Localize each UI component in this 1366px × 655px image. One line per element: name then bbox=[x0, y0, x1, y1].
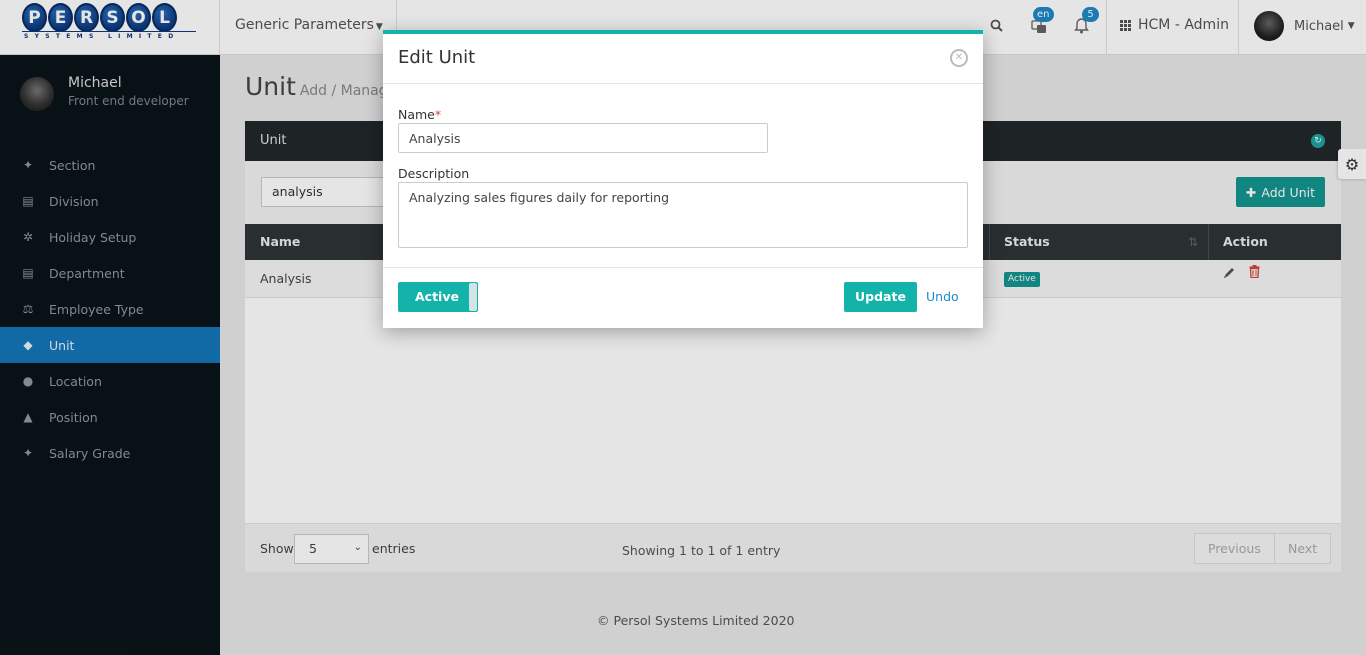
modal-title: Edit Unit bbox=[398, 47, 476, 68]
toggle-knob bbox=[469, 283, 477, 311]
name-label-text: Name bbox=[398, 107, 435, 122]
description-label: Description bbox=[398, 166, 470, 181]
name-label: Name* bbox=[398, 107, 441, 122]
undo-link[interactable]: Undo bbox=[926, 289, 959, 304]
modal-body: Name* Analysis Description Analyzing sal… bbox=[383, 84, 983, 268]
close-icon[interactable]: ✕ bbox=[950, 49, 968, 67]
active-toggle[interactable]: Active bbox=[398, 282, 478, 312]
required-mark: * bbox=[434, 107, 442, 122]
name-field[interactable]: Analysis bbox=[398, 123, 768, 153]
modal-footer: Active Update Undo bbox=[383, 268, 983, 328]
active-toggle-label: Active bbox=[415, 289, 459, 304]
modal-header: Edit Unit ✕ bbox=[383, 34, 983, 84]
edit-unit-modal: Edit Unit ✕ Name* Analysis Description A… bbox=[383, 30, 983, 328]
description-field[interactable]: Analyzing sales figures daily for report… bbox=[398, 182, 968, 248]
update-button[interactable]: Update bbox=[844, 282, 917, 312]
